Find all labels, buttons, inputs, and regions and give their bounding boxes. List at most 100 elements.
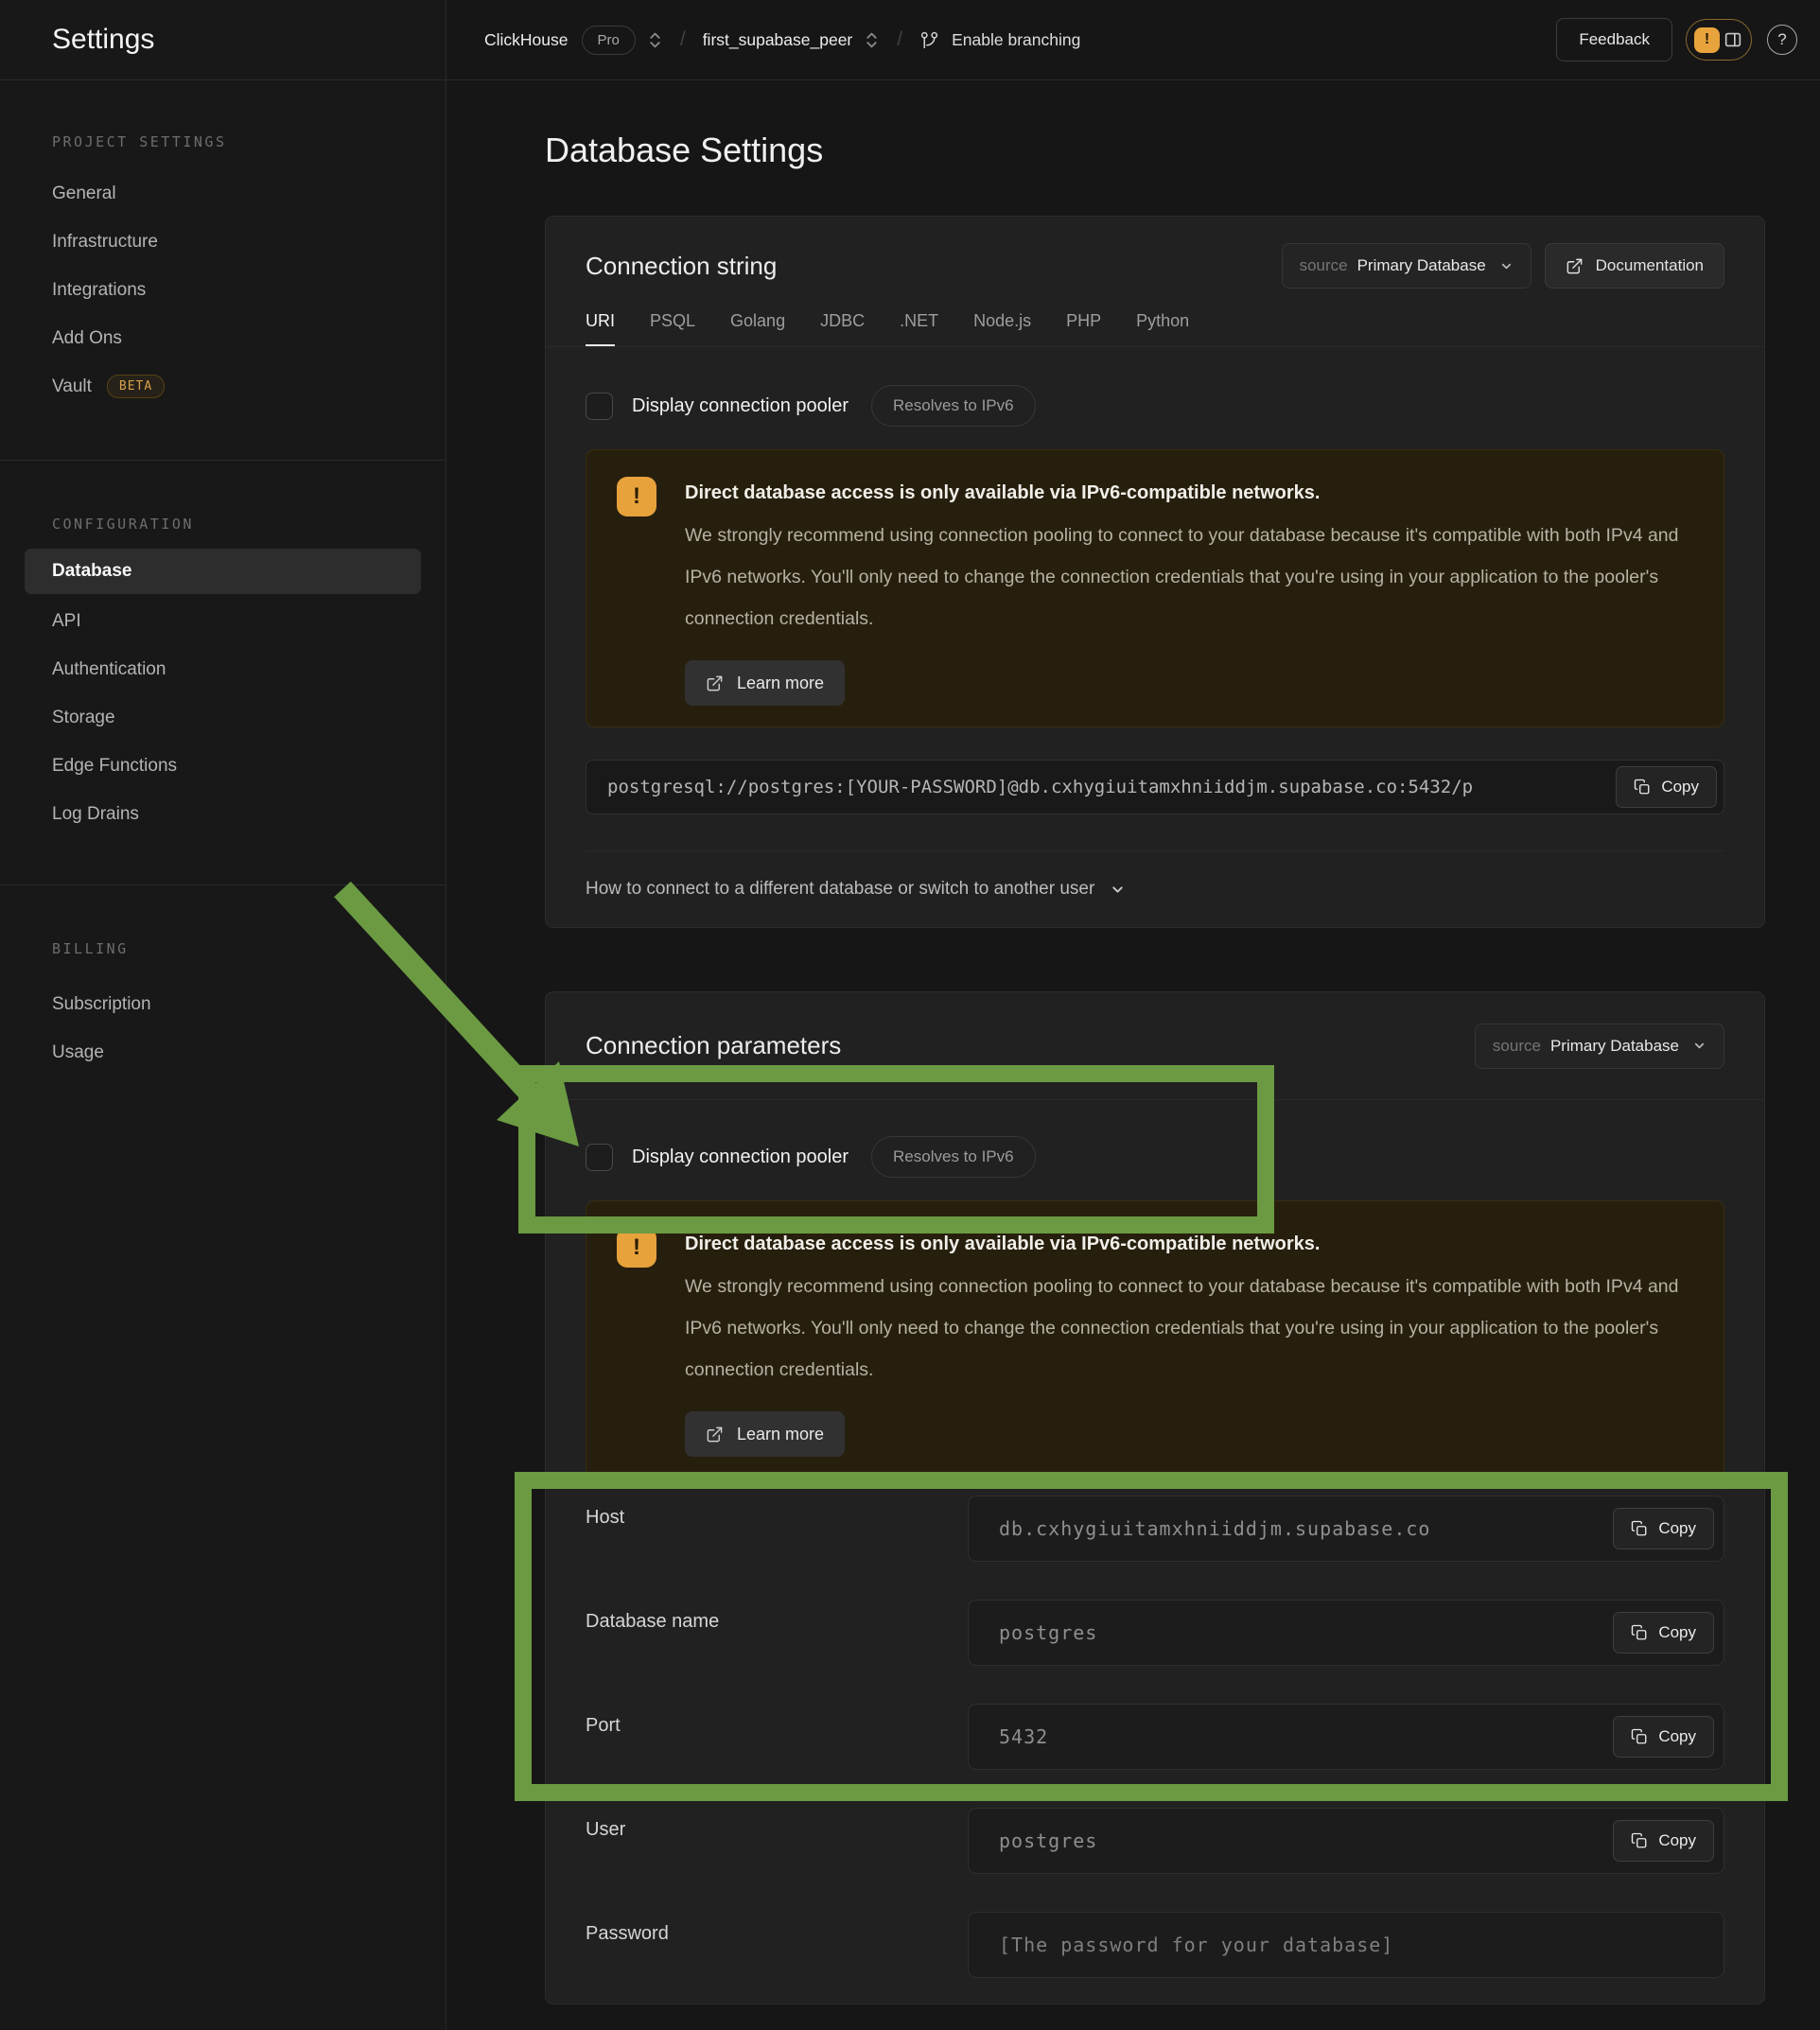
tab-php[interactable]: PHP xyxy=(1066,311,1101,346)
source-select[interactable]: source Primary Database xyxy=(1282,243,1531,289)
warning-icon: ! xyxy=(617,1228,656,1268)
resolves-to-ipv6-badge: Resolves to IPv6 xyxy=(871,1136,1036,1178)
connection-parameters-card: Connection parameters source Primary Dat… xyxy=(545,991,1765,2004)
host-label: Host xyxy=(586,1496,968,1562)
password-input[interactable] xyxy=(999,1934,1693,1956)
project-switcher-chevrons-icon[interactable] xyxy=(864,31,880,49)
copy-user-button[interactable]: Copy xyxy=(1613,1820,1714,1862)
org-switcher-chevrons-icon[interactable] xyxy=(647,31,663,49)
beta-badge: BETA xyxy=(107,375,165,398)
port-label: Port xyxy=(586,1704,968,1770)
sidebar-divider xyxy=(0,460,446,461)
warning-icon: ! xyxy=(617,477,656,516)
chevron-down-icon xyxy=(1499,259,1514,273)
git-branch-icon xyxy=(919,30,939,50)
password-field[interactable] xyxy=(968,1912,1724,1978)
card-title-connection-parameters: Connection parameters xyxy=(586,1031,1475,1060)
sidebar-item-edge-functions[interactable]: Edge Functions xyxy=(0,742,446,790)
feedback-button[interactable]: Feedback xyxy=(1556,18,1672,61)
display-connection-pooler-checkbox[interactable] xyxy=(586,1144,613,1171)
sidebar: Settings PROJECT SETTINGS General Infras… xyxy=(0,0,446,2030)
breadcrumb-org[interactable]: ClickHouse xyxy=(484,30,569,50)
user-value: postgres xyxy=(999,1829,1097,1852)
sidebar-item-api[interactable]: API xyxy=(0,597,446,645)
tab-dotnet[interactable]: .NET xyxy=(900,311,938,346)
tab-nodejs[interactable]: Node.js xyxy=(973,311,1031,346)
password-label: Password xyxy=(586,1912,968,1978)
sidebar-item-infrastructure[interactable]: Infrastructure xyxy=(0,218,446,266)
sidebar-item-database[interactable]: Database xyxy=(25,549,421,594)
main-area: ClickHouse Pro / first_supabase_peer / E… xyxy=(446,0,1820,2030)
tab-psql[interactable]: PSQL xyxy=(650,311,695,346)
external-link-icon xyxy=(1566,257,1584,275)
sidebar-item-integrations[interactable]: Integrations xyxy=(0,266,446,314)
sidebar-item-general[interactable]: General xyxy=(0,169,446,218)
tab-uri[interactable]: URI xyxy=(586,311,615,346)
breadcrumb-project[interactable]: first_supabase_peer xyxy=(703,30,853,50)
chevron-down-icon xyxy=(1110,882,1126,898)
external-link-icon xyxy=(706,1426,724,1444)
sidebar-divider xyxy=(0,884,446,885)
breadcrumb-separator: / xyxy=(680,28,686,51)
tab-python[interactable]: Python xyxy=(1136,311,1189,346)
sidebar-item-usage[interactable]: Usage xyxy=(0,1028,446,1076)
param-row-password: Password xyxy=(586,1912,1724,1978)
database-name-label: Database name xyxy=(586,1600,968,1666)
sidebar-item-subscription[interactable]: Subscription xyxy=(0,980,446,1028)
breadcrumb-separator: / xyxy=(897,28,902,51)
connect-help-expander[interactable]: How to connect to a different database o… xyxy=(546,851,1764,927)
port-field[interactable]: 5432 Copy xyxy=(968,1704,1724,1770)
copy-host-button[interactable]: Copy xyxy=(1613,1508,1714,1549)
database-name-value: postgres xyxy=(999,1621,1097,1644)
card-title-connection-string: Connection string xyxy=(586,252,1282,281)
content-area: Database Settings Connection string sour… xyxy=(446,80,1820,2004)
copy-icon xyxy=(1631,1624,1648,1641)
user-field[interactable]: postgres Copy xyxy=(968,1808,1724,1874)
sidebar-title: Settings xyxy=(0,0,446,80)
documentation-button[interactable]: Documentation xyxy=(1545,243,1724,289)
copy-icon xyxy=(1631,1520,1648,1537)
connection-uri-field[interactable]: postgresql://postgres:[YOUR-PASSWORD]@db… xyxy=(586,760,1724,814)
source-select[interactable]: source Primary Database xyxy=(1475,1024,1724,1069)
connection-string-tabs: URI PSQL Golang JDBC .NET Node.js PHP Py… xyxy=(586,311,1724,346)
sidebar-item-storage[interactable]: Storage xyxy=(0,693,446,742)
sidebar-item-vault[interactable]: Vault BETA xyxy=(0,362,446,411)
learn-more-button[interactable]: Learn more xyxy=(685,660,845,706)
pooler-label: Display connection pooler xyxy=(632,395,849,417)
warning-notification-icon: ! xyxy=(1694,27,1720,53)
pooler-row: Display connection pooler Resolves to IP… xyxy=(586,385,1724,427)
sidebar-item-log-drains[interactable]: Log Drains xyxy=(0,790,446,838)
help-button[interactable]: ? xyxy=(1767,25,1797,55)
pooler-row: Display connection pooler Resolves to IP… xyxy=(586,1136,1724,1178)
warning-title: Direct database access is only available… xyxy=(685,473,1693,513)
param-row-database-name: Database name postgres Copy xyxy=(586,1600,1724,1666)
app-root: Settings PROJECT SETTINGS General Infras… xyxy=(0,0,1820,2030)
port-value: 5432 xyxy=(999,1725,1048,1748)
connection-string-header: Connection string source Primary Databas… xyxy=(546,217,1764,347)
copy-port-button[interactable]: Copy xyxy=(1613,1716,1714,1758)
user-label: User xyxy=(586,1808,968,1874)
external-link-icon xyxy=(706,674,724,692)
enable-branching-button[interactable]: Enable branching xyxy=(919,30,1080,50)
copy-database-name-button[interactable]: Copy xyxy=(1613,1612,1714,1654)
tab-golang[interactable]: Golang xyxy=(730,311,785,346)
warning-body: We strongly recommend using connection p… xyxy=(685,515,1693,639)
database-name-field[interactable]: postgres Copy xyxy=(968,1600,1724,1666)
connection-parameters-header: Connection parameters source Primary Dat… xyxy=(546,992,1764,1100)
host-field[interactable]: db.cxhygiuitamxhniiddjm.supabase.co Copy xyxy=(968,1496,1724,1562)
sidebar-item-authentication[interactable]: Authentication xyxy=(0,645,446,693)
sidebar-nav: PROJECT SETTINGS General Infrastructure … xyxy=(0,80,446,1076)
copy-icon xyxy=(1631,1728,1648,1745)
sidebar-item-add-ons[interactable]: Add Ons xyxy=(0,314,446,362)
learn-more-button[interactable]: Learn more xyxy=(685,1411,845,1457)
copy-icon xyxy=(1631,1832,1648,1849)
connection-string-card: Connection string source Primary Databas… xyxy=(545,216,1765,928)
host-value: db.cxhygiuitamxhniiddjm.supabase.co xyxy=(999,1517,1430,1540)
pooler-label: Display connection pooler xyxy=(632,1146,849,1168)
tab-jdbc[interactable]: JDBC xyxy=(820,311,865,346)
display-connection-pooler-checkbox[interactable] xyxy=(586,393,613,420)
notifications-button[interactable]: ! xyxy=(1686,19,1752,61)
param-row-user: User postgres Copy xyxy=(586,1808,1724,1874)
copy-uri-button[interactable]: Copy xyxy=(1616,766,1717,808)
param-row-port: Port 5432 Copy xyxy=(586,1704,1724,1770)
